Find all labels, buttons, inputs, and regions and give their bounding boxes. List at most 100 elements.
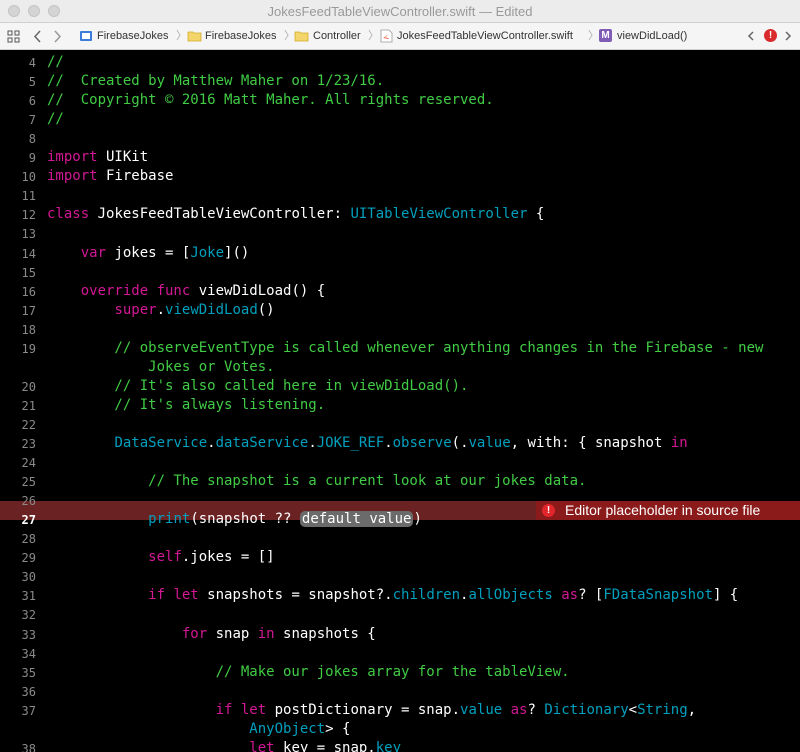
line-number: 8: [28, 132, 36, 147]
line-number: 36: [21, 684, 36, 699]
next-issue-icon[interactable]: [783, 31, 793, 41]
forward-arrow-icon[interactable]: [52, 30, 62, 43]
jump-bar: FirebaseJokes 〉 FirebaseJokes 〉 Controll…: [0, 23, 800, 50]
code-token: // observeEventType is called whenever a…: [47, 339, 764, 356]
line-number: 29: [21, 551, 36, 566]
line-number: 34: [21, 646, 36, 661]
related-items-icon[interactable]: [7, 30, 21, 43]
line-number: 27: [21, 513, 36, 528]
code-line[interactable]: if let snapshots = snapshot?.children.al…: [47, 587, 738, 603]
code-token: // It's also called here in viewDidLoad(…: [47, 377, 469, 394]
line-number: 38: [21, 741, 36, 752]
code-token: snapshots {: [274, 625, 376, 642]
code-token: AnyObject: [249, 720, 326, 737]
code-token: //: [47, 54, 64, 70]
code-line[interactable]: DataService.dataService.JOKE_REF.observe…: [47, 435, 687, 451]
code-token: .: [156, 301, 166, 318]
code-line[interactable]: // It's also called here in viewDidLoad(…: [47, 378, 468, 394]
code-line[interactable]: // Copyright © 2016 Matt Maher. All righ…: [47, 92, 494, 108]
code-token: ,: [687, 701, 697, 718]
code-token: print: [148, 511, 191, 528]
line-number: 9: [28, 151, 36, 166]
code-line[interactable]: // observeEventType is called whenever a…: [47, 340, 763, 356]
line-number: 35: [21, 665, 36, 680]
method-icon: M: [599, 29, 612, 42]
editor-placeholder-token[interactable]: default value: [299, 511, 414, 528]
error-icon[interactable]: !: [764, 29, 777, 42]
code-token: for: [181, 625, 208, 642]
code-token: , with: { snapshot: [510, 435, 671, 451]
code-line[interactable]: // It's always listening.: [47, 397, 325, 413]
code-token: ](): [224, 244, 250, 261]
path-separator-icon: 〉: [176, 30, 187, 42]
code-line[interactable]: //: [47, 54, 64, 70]
code-token: value: [460, 701, 503, 718]
code-line[interactable]: import Firebase: [47, 168, 173, 184]
code-token: > {: [325, 720, 351, 737]
code-token: children: [392, 587, 461, 604]
back-arrow-icon[interactable]: [33, 30, 43, 43]
line-number: 13: [21, 227, 36, 242]
line-number: 15: [21, 265, 36, 280]
line-number: 20: [21, 379, 36, 394]
code-token: .jokes = []: [181, 549, 275, 566]
error-icon: !: [542, 504, 555, 517]
jumpbar-label: viewDidLoad(): [617, 30, 688, 42]
code-token: (snapshot ??: [190, 511, 300, 528]
code-line[interactable]: // Make our jokes array for the tableVie…: [47, 664, 570, 680]
inline-error-banner[interactable]: ! Editor placeholder in source file: [536, 501, 800, 520]
code-token: //: [47, 111, 64, 128]
line-number: 18: [21, 322, 36, 337]
code-line[interactable]: // The snapshot is a current look at our…: [47, 473, 586, 489]
code-token: let: [249, 739, 275, 752]
line-number: 26: [21, 494, 36, 509]
code-line[interactable]: var jokes = [Joke](): [47, 244, 250, 261]
code-token: .: [207, 435, 216, 451]
code-token: observe: [392, 435, 452, 451]
error-message: Editor placeholder in source file: [565, 502, 761, 518]
code-line[interactable]: if let postDictionary = snap.value as? D…: [47, 701, 697, 718]
jumpbar-label: FirebaseJokes: [97, 30, 169, 42]
code-line[interactable]: class JokesFeedTableViewController: UITa…: [47, 206, 544, 222]
code-token: // Created by Matthew Maher on 1/23/16.: [47, 73, 385, 90]
code-token: value: [468, 435, 511, 451]
line-number: 24: [21, 456, 36, 471]
code-token: override func: [80, 282, 191, 299]
code-token: dataService: [215, 435, 309, 451]
code-token: UIKit: [97, 149, 149, 166]
line-number: 31: [21, 589, 36, 604]
folder-icon: [294, 31, 309, 42]
code-line[interactable]: AnyObject> {: [47, 721, 350, 737]
code-line[interactable]: self.jokes = []: [47, 549, 275, 566]
line-number: 37: [21, 703, 36, 718]
code-token: UITableViewController: [350, 206, 528, 223]
folder-icon: [187, 31, 202, 42]
code-line[interactable]: override func viewDidLoad() {: [47, 283, 325, 299]
line-number: 25: [21, 475, 36, 490]
line-number: 10: [21, 170, 36, 185]
code-line[interactable]: print(snapshot ?? default value): [47, 511, 422, 528]
jumpbar-label: FirebaseJokes: [205, 30, 277, 42]
code-token: super: [114, 301, 157, 318]
code-token: key: [375, 739, 402, 752]
line-number: 28: [21, 532, 36, 547]
line-number: 7: [28, 113, 36, 128]
line-number: 17: [21, 303, 36, 318]
code-token: .: [308, 435, 317, 451]
line-number: 12: [21, 208, 36, 223]
code-line[interactable]: super.viewDidLoad(): [47, 301, 274, 318]
code-token: if let: [148, 587, 199, 604]
previous-issue-icon[interactable]: [746, 31, 756, 41]
code-line[interactable]: import UIKit: [47, 149, 148, 165]
source-editor[interactable]: ! Editor placeholder in source file 4 // 5…: [0, 50, 800, 752]
code-line[interactable]: // Created by Matthew Maher on 1/23/16.: [47, 73, 384, 89]
code-line[interactable]: for snap in snapshots {: [47, 626, 376, 642]
code-line[interactable]: let key = snap.key: [47, 740, 401, 752]
code-line[interactable]: Jokes or Votes.: [47, 359, 274, 375]
code-line[interactable]: //: [47, 111, 64, 127]
